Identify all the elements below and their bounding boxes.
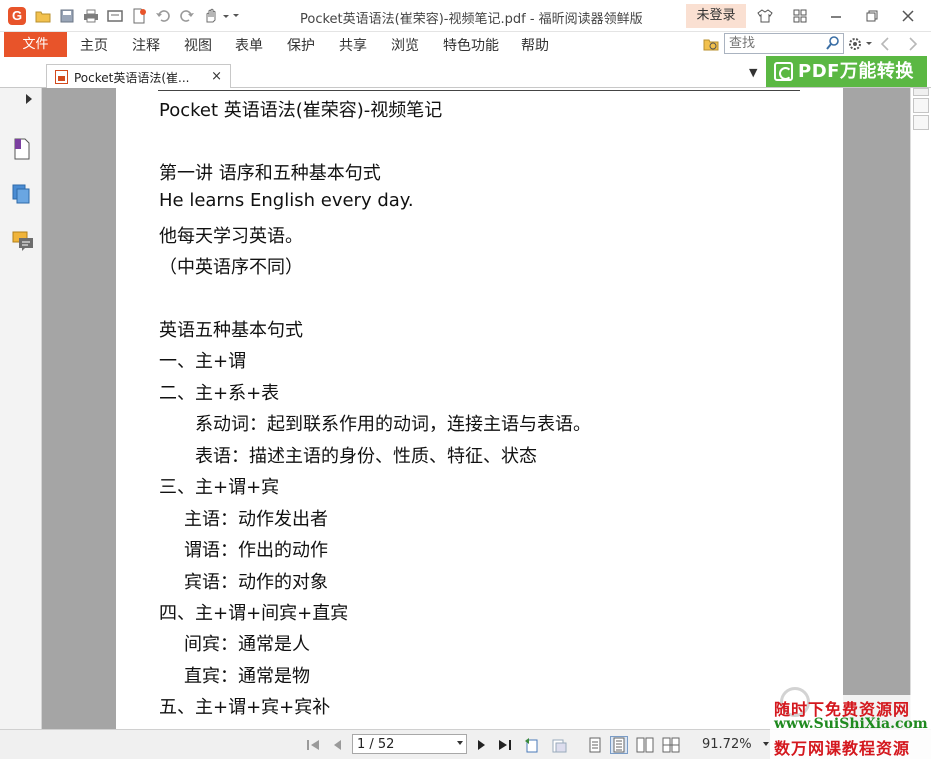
next-view-icon[interactable] <box>550 737 568 752</box>
foxit-logo-icon[interactable]: G <box>8 7 26 25</box>
doc-line: 谓语：作出的动作 <box>184 540 328 561</box>
menu-share[interactable]: 共享 <box>339 35 367 55</box>
vertical-scrollbar[interactable] <box>910 88 931 729</box>
previous-view-icon[interactable] <box>524 737 542 752</box>
continuous-facing-view-icon[interactable] <box>662 736 680 754</box>
pdf-page: Pocket 英语语法(崔荣容)-视频笔记 第一讲 语序和五种基本句式 He l… <box>116 88 843 729</box>
page-dropdown-icon[interactable] <box>457 741 463 745</box>
doc-line: 一、主+谓 <box>159 351 247 372</box>
pdf-file-icon <box>55 70 68 84</box>
scroll-thumb[interactable] <box>913 115 929 130</box>
menu-features[interactable]: 特色功能 <box>443 35 499 55</box>
page-top-rule <box>158 90 800 91</box>
find-folder-icon[interactable] <box>703 36 719 56</box>
doc-heading-five-patterns: 英语五种基本句式 <box>159 320 303 341</box>
doc-line: 宾语：动作的对象 <box>184 572 328 593</box>
page-number-input[interactable] <box>353 735 449 753</box>
tab-list-dropdown-icon[interactable]: ▼ <box>749 66 757 79</box>
search-input[interactable] <box>725 34 823 53</box>
new-document-icon[interactable] <box>130 7 148 25</box>
menu-help[interactable]: 帮助 <box>521 35 549 55</box>
prev-result-icon[interactable] <box>880 37 890 55</box>
first-page-icon[interactable] <box>306 737 320 752</box>
menu-protect[interactable]: 保护 <box>287 35 315 55</box>
pdf-convert-label: PDF万能转换 <box>798 61 914 82</box>
doc-line: 三、主+谓+宾 <box>159 477 280 498</box>
facing-view-icon[interactable] <box>636 736 654 754</box>
file-menu-button[interactable]: 文件 <box>4 32 67 57</box>
undo-icon[interactable] <box>154 7 172 25</box>
comments-icon[interactable] <box>12 230 34 256</box>
search-box[interactable] <box>724 33 844 54</box>
doc-line: 系动词：起到联系作用的动词，连接主语与表语。 <box>195 414 591 435</box>
last-page-icon[interactable] <box>498 737 512 752</box>
menu-comment[interactable]: 注释 <box>132 35 160 55</box>
layers-icon[interactable] <box>12 184 32 210</box>
restore-icon[interactable] <box>861 6 883 26</box>
expand-panel-icon[interactable] <box>26 94 32 104</box>
next-page-icon[interactable] <box>475 737 489 752</box>
next-result-icon[interactable] <box>908 37 918 55</box>
scroll-arrow-button[interactable] <box>913 98 929 113</box>
document-tab-label: Pocket英语语法(崔... <box>74 71 190 85</box>
document-tab[interactable]: Pocket英语语法(崔... × <box>46 64 231 89</box>
doc-line: He learns English every day. <box>159 190 414 211</box>
menu-home[interactable]: 主页 <box>80 35 108 55</box>
hand-tool-icon[interactable] <box>202 7 240 25</box>
zoom-level[interactable]: 91.72% <box>702 737 752 752</box>
skin-icon[interactable] <box>754 6 776 26</box>
window-title: Pocket英语语法(崔荣容)-视频笔记.pdf - 福昕阅读器领鲜版 <box>300 12 643 27</box>
open-folder-icon[interactable] <box>34 7 52 25</box>
minimize-icon[interactable] <box>825 6 847 26</box>
print-icon[interactable] <box>82 7 100 25</box>
menu-view[interactable]: 视图 <box>184 35 212 55</box>
convert-icon <box>774 62 793 81</box>
close-icon[interactable] <box>897 6 919 26</box>
document-viewer[interactable]: Pocket 英语语法(崔荣容)-视频笔记 第一讲 语序和五种基本句式 He l… <box>42 88 910 729</box>
pdf-convert-button[interactable]: PDF万能转换 <box>766 56 927 87</box>
doc-line: 主语：动作发出者 <box>184 509 328 530</box>
doc-line: （中英语序不同） <box>159 257 303 278</box>
screen-icon[interactable] <box>106 7 124 25</box>
title-bar: G Pocket英语语法(崔荣容)-视频笔记.pdf - 福昕阅读器领鲜版 未登… <box>0 0 931 32</box>
menu-browse[interactable]: 浏览 <box>391 35 419 55</box>
zoom-dropdown-icon[interactable] <box>763 742 769 746</box>
page-number-box[interactable] <box>352 734 467 754</box>
redo-icon[interactable] <box>178 7 196 25</box>
menu-bar: 文件 主页 注释 视图 表单 保护 共享 浏览 特色功能 帮助 <box>0 32 931 58</box>
previous-page-icon[interactable] <box>330 737 344 752</box>
save-icon[interactable] <box>58 7 76 25</box>
layout-icon[interactable] <box>789 6 811 26</box>
doc-line: 五、主+谓+宾+宾补 <box>159 697 331 718</box>
doc-line: 表语：描述主语的身份、性质、特征、状态 <box>195 446 537 467</box>
watermark-line-2: www.SuiShiXia.com <box>774 716 928 732</box>
single-page-view-icon[interactable] <box>586 736 604 754</box>
menu-form[interactable]: 表单 <box>235 35 263 55</box>
search-icon[interactable] <box>825 35 841 55</box>
login-button[interactable]: 未登录 <box>686 4 746 28</box>
doc-heading-lesson1: 第一讲 语序和五种基本句式 <box>159 163 381 184</box>
left-sidebar <box>0 88 42 729</box>
doc-line: 他每天学习英语。 <box>159 226 303 247</box>
doc-line: 二、主+系+表 <box>159 383 280 404</box>
settings-gear-icon[interactable] <box>847 36 873 56</box>
watermark-line-3: 数万网课教程资源 <box>774 739 911 758</box>
page-thumbnail-icon[interactable] <box>12 138 32 164</box>
doc-line: 直宾：通常是物 <box>184 666 310 687</box>
doc-line: 四、主+谓+间宾+直宾 <box>159 603 349 624</box>
continuous-view-icon[interactable] <box>610 736 628 754</box>
doc-line: 间宾：通常是人 <box>184 634 310 655</box>
tab-close-icon[interactable]: × <box>211 69 222 84</box>
scroll-up-button[interactable] <box>913 88 929 96</box>
site-watermark: 随时下免费资源网 www.SuiShiXia.com 数万网课教程资源 <box>770 687 931 759</box>
doc-title: Pocket 英语语法(崔荣容)-视频笔记 <box>159 100 443 121</box>
